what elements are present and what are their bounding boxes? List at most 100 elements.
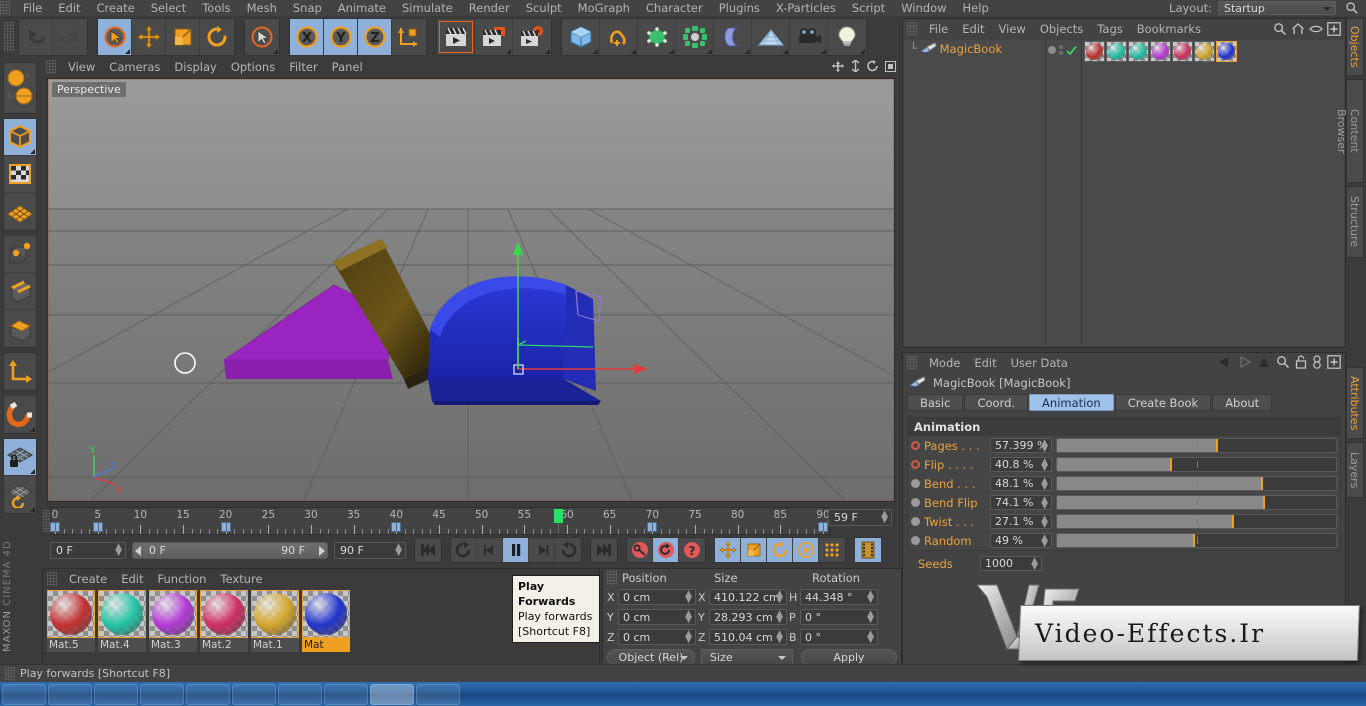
render-to-picture-viewer-button[interactable]	[475, 19, 513, 55]
menu-item-script[interactable]: Script	[844, 0, 893, 16]
enable-snap-button[interactable]	[4, 396, 36, 433]
animation-track-ring-icon[interactable]	[911, 441, 920, 450]
tool-menu-corner[interactable]	[745, 49, 750, 54]
taskbar-item[interactable]	[416, 683, 460, 705]
z-axis-lock[interactable]: Z	[358, 19, 392, 55]
points-mode-button[interactable]	[4, 236, 36, 273]
axis-mode-button[interactable]	[4, 353, 36, 390]
spinner-icon[interactable]: ▲ ▼	[776, 630, 783, 645]
search-icon[interactable]	[1273, 22, 1287, 36]
material-swatch[interactable]	[200, 590, 248, 638]
taskbar-item-active[interactable]	[370, 683, 414, 705]
lock-icon[interactable]	[1295, 355, 1307, 369]
object-menu-bookmarks[interactable]: Bookmarks	[1130, 20, 1208, 38]
add-nurbs-button[interactable]	[638, 19, 676, 55]
spinner-icon[interactable]: ▲ ▼	[867, 610, 874, 625]
animation-track-dot-icon[interactable]	[911, 536, 920, 545]
timeline-button[interactable]	[855, 538, 881, 562]
twist-parameter-slider[interactable]	[1056, 514, 1337, 529]
object-manager-grip[interactable]	[907, 22, 917, 36]
tool-menu-corner[interactable]	[593, 49, 598, 54]
twist-parameter-field[interactable]: 27.1 % ▲ ▼	[990, 514, 1052, 530]
material-mat5[interactable]: Mat.5	[47, 590, 95, 652]
pan-icon[interactable]	[832, 60, 844, 72]
timeline-keyframe[interactable]	[391, 522, 402, 532]
tool-menu-corner[interactable]	[30, 507, 35, 512]
pin-icon[interactable]	[1312, 355, 1322, 369]
menu-item-mesh[interactable]: Mesh	[239, 0, 285, 16]
material-swatch[interactable]	[98, 590, 146, 638]
back-arrow-icon[interactable]	[1217, 355, 1232, 369]
material-name-label[interactable]: Mat.1	[251, 638, 299, 652]
play-backwards-loop-button[interactable]	[451, 538, 477, 562]
position-y-field[interactable]: 0 cm ▲ ▼	[618, 609, 696, 625]
search-icon[interactable]	[1344, 1, 1360, 15]
menu-item-simulate[interactable]: Simulate	[394, 0, 461, 16]
spinner-icon[interactable]: ▲ ▼	[685, 590, 692, 605]
object-menu-edit[interactable]: Edit	[955, 20, 991, 38]
menu-item-tools[interactable]: Tools	[194, 0, 238, 16]
y-axis-lock[interactable]: Y	[324, 19, 358, 55]
random-parameter-field[interactable]: 49 % ▲ ▼	[990, 533, 1052, 549]
material-tag-teal-2[interactable]	[1128, 41, 1149, 62]
material-mat4[interactable]: Mat.4	[98, 590, 146, 652]
panel-tab-structure[interactable]: Structure	[1346, 186, 1364, 258]
flip-parameter-slider[interactable]	[1056, 457, 1337, 472]
expand-icon[interactable]	[1327, 355, 1341, 369]
size-z-field[interactable]: 510.04 cm ▲ ▼	[709, 629, 787, 645]
material-name-label[interactable]: Mat	[302, 638, 350, 652]
timeline-keyframe[interactable]	[818, 522, 828, 532]
tool-menu-corner[interactable]	[30, 427, 35, 432]
attribute-menu-edit[interactable]: Edit	[967, 354, 1003, 372]
menu-item-create[interactable]: Create	[89, 0, 143, 16]
panel-tab-content-browser[interactable]: Content Browser	[1335, 79, 1364, 183]
workplane-reset-button[interactable]	[4, 476, 36, 513]
tool-menu-corner[interactable]	[821, 49, 826, 54]
rotate-icon[interactable]	[867, 60, 879, 72]
bend-flip-parameter-slider[interactable]	[1056, 495, 1337, 510]
tool-menu-corner[interactable]	[545, 49, 550, 54]
menu-item-help[interactable]: Help	[955, 0, 997, 16]
play-forwards-button[interactable]	[555, 538, 581, 562]
taskbar-item[interactable]	[2, 683, 46, 705]
rotate-tool[interactable]	[200, 19, 234, 55]
live-selection-tool[interactable]	[98, 19, 132, 55]
viewport-menu-view[interactable]: View	[61, 58, 102, 76]
expand-icon[interactable]	[1327, 22, 1341, 36]
animation-track-dot-icon[interactable]	[911, 479, 920, 488]
tool-menu-corner[interactable]	[30, 469, 35, 474]
maximize-icon[interactable]	[885, 60, 896, 72]
material-swatch[interactable]	[149, 590, 197, 638]
spinner-icon[interactable]: ▲ ▼	[395, 542, 402, 557]
add-cube-button[interactable]	[562, 19, 600, 55]
selection-mode-button[interactable]	[245, 19, 279, 55]
spinner-icon[interactable]: ▲ ▼	[867, 630, 874, 645]
flip-parameter-field[interactable]: 40.8 % ▲ ▼	[990, 457, 1052, 473]
material-mat2[interactable]: Mat.2	[200, 590, 248, 652]
material-name-label[interactable]: Mat.5	[47, 638, 95, 652]
undo-button[interactable]	[19, 19, 53, 55]
slider-handle[interactable]	[1262, 496, 1265, 509]
tool-menu-corner[interactable]	[125, 49, 130, 54]
timeline-ruler[interactable]: 0 5 10 15 20 25 30 35 40 45 50 55 60 65 70 75 80 85 90	[50, 507, 830, 535]
material-name-label[interactable]: Mat.4	[98, 638, 146, 652]
tool-menu-corner[interactable]	[707, 49, 712, 54]
bend-parameter-slider[interactable]	[1056, 476, 1337, 491]
menu-item-mograph[interactable]: MoGraph	[570, 0, 638, 16]
slider-handle[interactable]	[1169, 458, 1172, 471]
menu-item-xparticles[interactable]: X-Particles	[768, 0, 844, 16]
record-active-objects-button[interactable]	[627, 538, 653, 562]
position-key-button[interactable]	[715, 538, 741, 562]
panel-tab-attributes[interactable]: Attributes	[1346, 367, 1364, 439]
menu-item-plugins[interactable]: Plugins	[711, 0, 768, 16]
spinner-icon[interactable]: ▲ ▼	[776, 610, 783, 625]
attribute-grip[interactable]	[907, 356, 917, 370]
attribute-tab-about[interactable]: About	[1212, 394, 1273, 411]
world-object-coordinate-toggle[interactable]	[392, 19, 426, 55]
timeline-keyframe[interactable]	[220, 522, 231, 532]
viewport-menu-grip[interactable]	[46, 60, 56, 74]
spinner-icon[interactable]: ▲ ▼	[881, 510, 888, 525]
attribute-tab-basic[interactable]: Basic	[907, 394, 964, 411]
keyframe-selection-button[interactable]: ?	[679, 538, 705, 562]
redo-button[interactable]	[53, 19, 87, 55]
